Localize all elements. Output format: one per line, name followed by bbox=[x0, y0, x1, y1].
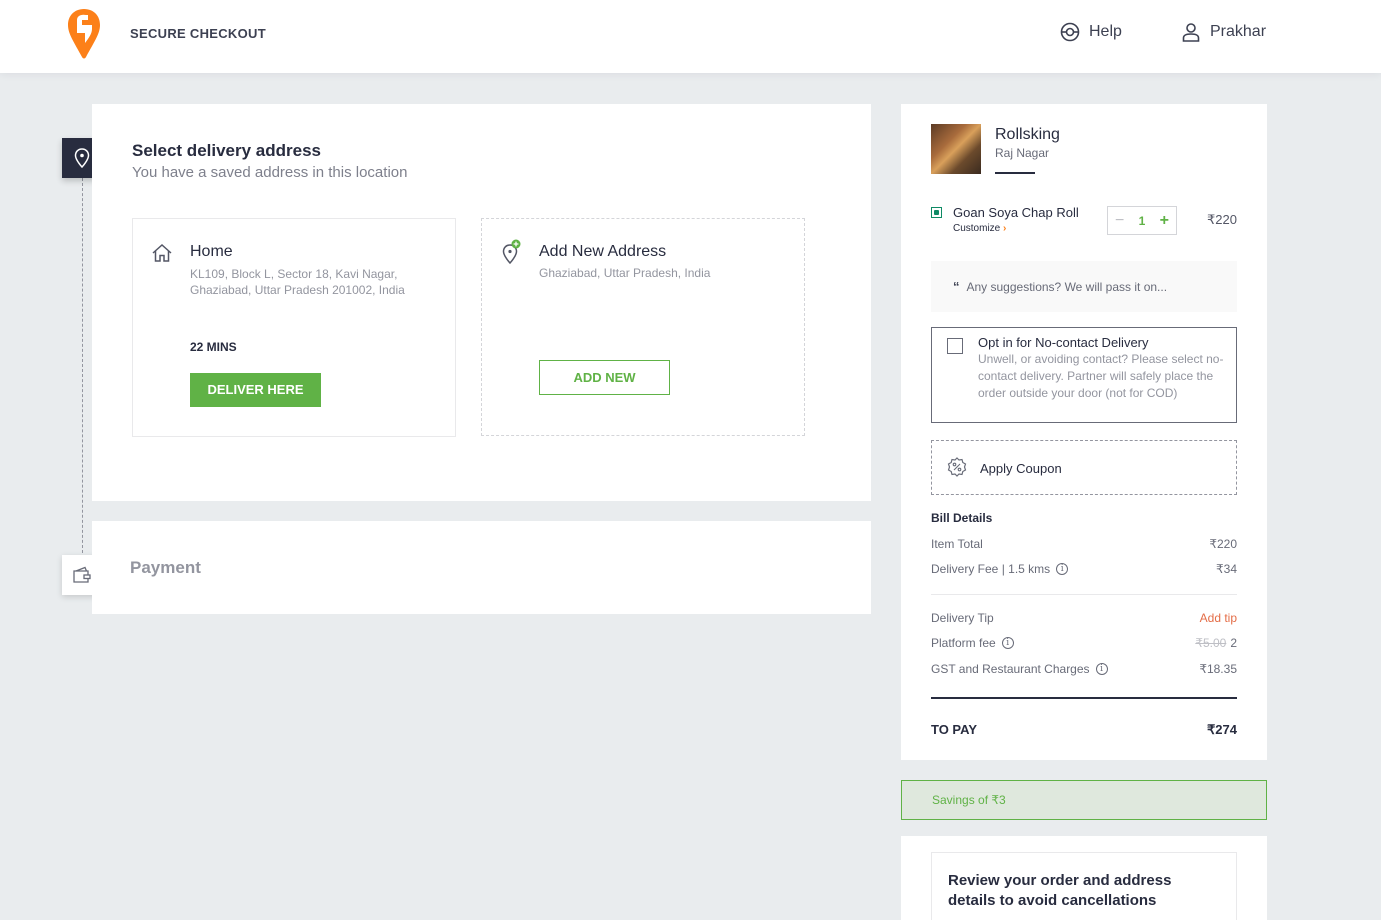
gst-value: ₹18.35 bbox=[1199, 662, 1237, 676]
saved-address-card[interactable]: Home KL109, Block L, Sector 18, Kavi Nag… bbox=[132, 218, 456, 437]
chevron-right-icon: › bbox=[1003, 223, 1007, 234]
no-contact-description: Unwell, or avoiding contact? Please sele… bbox=[978, 352, 1224, 400]
no-contact-delivery-option[interactable]: Opt in for No-contact Delivery Unwell, o… bbox=[931, 327, 1237, 423]
suggestions-placeholder: Any suggestions? We will pass it on... bbox=[966, 279, 1168, 294]
info-icon[interactable]: i bbox=[1056, 563, 1069, 575]
bill-details-heading: Bill Details bbox=[931, 511, 993, 525]
add-tip-link[interactable]: Add tip bbox=[1200, 611, 1237, 625]
review-panel: Review your order and address details to… bbox=[901, 836, 1267, 920]
savings-banner: Savings of ₹3 bbox=[901, 780, 1267, 820]
to-pay-row: TO PAY ₹274 bbox=[931, 722, 1237, 738]
no-contact-checkbox[interactable] bbox=[947, 338, 963, 354]
address-section-subtitle: You have a saved address in this locatio… bbox=[132, 164, 408, 181]
delivery-fee-value: ₹34 bbox=[1216, 562, 1237, 576]
info-icon[interactable]: i bbox=[1095, 663, 1108, 675]
bill-divider bbox=[931, 594, 1237, 595]
info-icon[interactable]: i bbox=[1001, 637, 1014, 649]
restaurant-area: Raj Nagar bbox=[995, 146, 1050, 160]
cart-item-price: ₹220 bbox=[1207, 212, 1237, 227]
address-section-title: Select delivery address bbox=[132, 141, 322, 160]
customize-label: Customize bbox=[953, 223, 1001, 234]
suggestions-input[interactable]: “ Any suggestions? We will pass it on... bbox=[931, 261, 1237, 312]
swiggy-logo-icon[interactable] bbox=[66, 7, 102, 59]
quantity-value: 1 bbox=[1138, 213, 1146, 228]
add-new-address-label: Add New Address bbox=[539, 243, 667, 260]
platform-fee-label: Platform fee bbox=[931, 636, 996, 650]
veg-indicator-icon bbox=[931, 207, 942, 218]
add-new-location: Ghaziabad, Uttar Pradesh, India bbox=[539, 266, 711, 280]
platform-fee-row: Platform fee i ₹5.00 2 bbox=[931, 636, 1237, 650]
customize-link[interactable]: Customize › bbox=[953, 223, 1006, 234]
delivery-address-panel: Select delivery address You have a saved… bbox=[92, 104, 871, 501]
page-title: SECURE CHECKOUT bbox=[130, 26, 266, 41]
restaurant-image bbox=[931, 124, 981, 174]
delivery-fee-label: Delivery Fee | 1.5 kms bbox=[931, 562, 1051, 576]
delivery-fee-row: Delivery Fee | 1.5 kms i ₹34 bbox=[931, 562, 1237, 576]
deliver-here-button[interactable]: DELIVER HERE bbox=[190, 373, 321, 407]
user-icon bbox=[1182, 23, 1200, 42]
saved-address-label: Home bbox=[190, 243, 233, 260]
gst-label: GST and Restaurant Charges bbox=[931, 662, 1090, 676]
lifebuoy-icon bbox=[1060, 22, 1080, 42]
coupon-percent-icon bbox=[947, 457, 967, 477]
gst-row: GST and Restaurant Charges i ₹18.35 bbox=[931, 662, 1237, 676]
platform-fee-original: ₹5.00 bbox=[1195, 636, 1227, 650]
user-menu[interactable]: Prakhar bbox=[1182, 22, 1266, 42]
increase-quantity-button[interactable]: + bbox=[1160, 212, 1169, 230]
add-new-button[interactable]: ADD NEW bbox=[539, 360, 670, 395]
header: SECURE CHECKOUT Help Prakhar bbox=[0, 0, 1381, 73]
platform-fee-value: 2 bbox=[1230, 636, 1237, 650]
cart-item-name: Goan Soya Chap Roll bbox=[953, 205, 1079, 220]
delivery-eta: 22 MINS bbox=[190, 340, 237, 354]
apply-coupon-button[interactable]: Apply Coupon bbox=[931, 440, 1237, 495]
to-pay-value: ₹274 bbox=[1207, 722, 1237, 737]
wallet-icon bbox=[73, 566, 91, 583]
restaurant-name[interactable]: Rollsking bbox=[995, 126, 1060, 144]
no-contact-title: Opt in for No-contact Delivery bbox=[978, 335, 1149, 350]
help-label: Help bbox=[1089, 23, 1122, 40]
location-plus-icon bbox=[502, 239, 521, 265]
delivery-tip-row: Delivery Tip Add tip bbox=[931, 611, 1237, 625]
add-new-address-card[interactable]: Add New Address Ghaziabad, Uttar Pradesh… bbox=[481, 218, 805, 436]
quote-icon: “ bbox=[953, 279, 960, 294]
quantity-stepper[interactable]: − 1 + bbox=[1107, 206, 1177, 235]
cart-panel: Rollsking Raj Nagar Goan Soya Chap Roll … bbox=[901, 104, 1267, 760]
payment-title: Payment bbox=[130, 558, 201, 577]
saved-address-text: KL109, Block L, Sector 18, Kavi Nagar, G… bbox=[190, 267, 405, 297]
timeline-connector bbox=[82, 178, 83, 558]
total-divider bbox=[931, 697, 1237, 699]
delivery-tip-label: Delivery Tip bbox=[931, 611, 994, 625]
decrease-quantity-button[interactable]: − bbox=[1115, 212, 1124, 230]
home-icon bbox=[152, 243, 172, 262]
item-total-row: Item Total ₹220 bbox=[931, 537, 1237, 551]
item-total-label: Item Total bbox=[931, 537, 983, 551]
apply-coupon-label: Apply Coupon bbox=[980, 461, 1062, 476]
review-notice: Review your order and address details to… bbox=[931, 852, 1237, 920]
to-pay-label: TO PAY bbox=[931, 722, 978, 737]
user-name: Prakhar bbox=[1210, 23, 1267, 40]
location-pin-icon bbox=[74, 148, 90, 168]
help-link[interactable]: Help bbox=[1060, 22, 1122, 42]
restaurant-divider bbox=[995, 172, 1035, 174]
payment-panel: Payment bbox=[92, 521, 871, 614]
item-total-value: ₹220 bbox=[1209, 537, 1237, 551]
